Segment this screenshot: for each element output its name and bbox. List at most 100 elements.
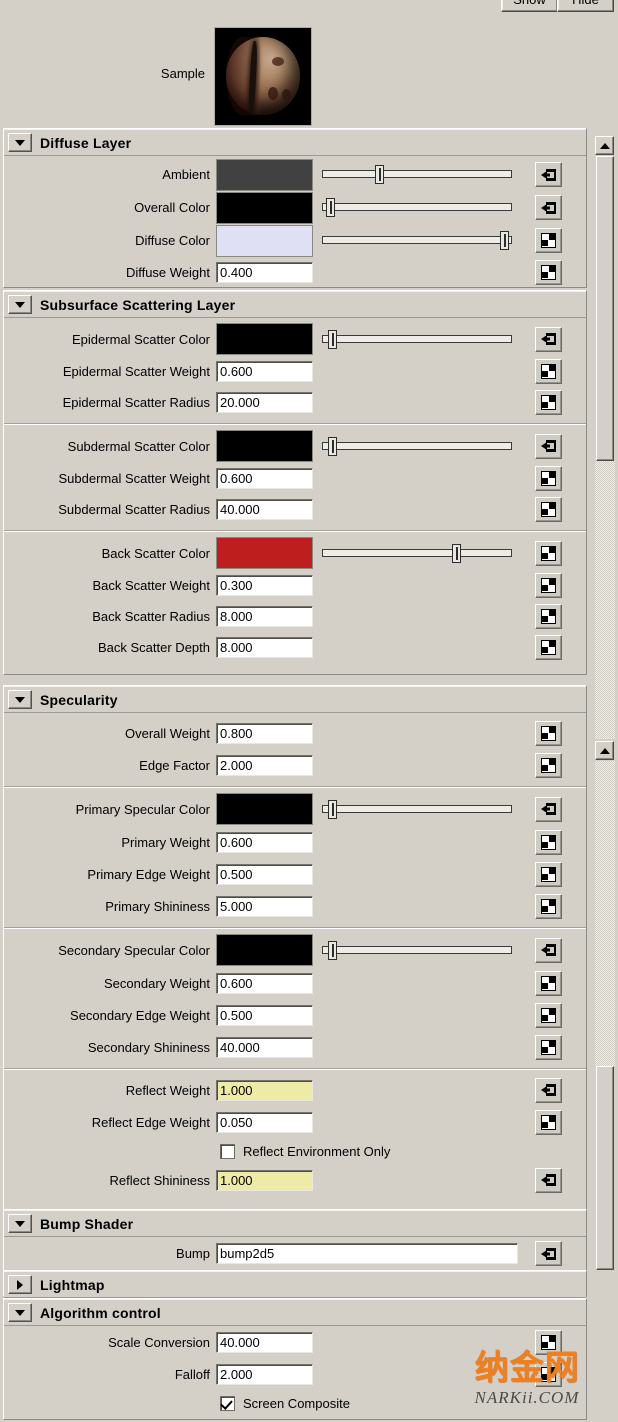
checkbox-screen-composite[interactable] — [220, 1395, 235, 1411]
connect-input-icon[interactable] — [535, 162, 562, 187]
scrollbar-thumb-upper[interactable] — [596, 156, 614, 461]
section-header-subsurface-scattering-layer[interactable]: Subsurface Scattering Layer — [4, 291, 586, 318]
collapse-toggle-diffuse-layer[interactable] — [8, 133, 32, 152]
slider-thumb[interactable] — [326, 198, 335, 217]
value-field-secondary-weight[interactable]: 0.600 — [216, 972, 313, 994]
connect-input-icon[interactable] — [535, 195, 562, 220]
value-field-reflect-shininess[interactable]: 1.000 — [216, 1169, 313, 1191]
slider-thumb[interactable] — [328, 940, 337, 960]
scrollbar-thumb-lower[interactable] — [596, 1066, 614, 1270]
connect-input-icon[interactable] — [535, 937, 562, 963]
texture-map-icon[interactable] — [535, 861, 562, 887]
texture-map-icon[interactable] — [535, 1329, 562, 1355]
slider-thumb[interactable] — [328, 799, 337, 819]
slider-thumb[interactable] — [328, 436, 337, 456]
scroll-up-arrow-upper[interactable] — [595, 136, 614, 155]
checker-glyph — [541, 233, 556, 248]
section-header-lightmap[interactable]: Lightmap — [4, 1271, 586, 1298]
connect-input-icon[interactable] — [535, 1241, 562, 1266]
value-field-overall-weight[interactable]: 0.800 — [216, 722, 313, 744]
collapse-toggle-specularity[interactable] — [8, 690, 32, 709]
value-field-reflect-weight[interactable]: 1.000 — [216, 1079, 313, 1101]
scrollbar-track-lower[interactable] — [595, 761, 615, 1066]
color-swatch-back-scatter-color[interactable] — [216, 537, 313, 569]
texture-map-icon[interactable] — [535, 1034, 562, 1060]
texture-map-icon[interactable] — [535, 466, 562, 491]
slider-thumb[interactable] — [328, 329, 337, 349]
slider-thumb[interactable] — [375, 165, 384, 184]
value-field-back-scatter-radius[interactable]: 8.000 — [216, 606, 313, 627]
connect-input-icon[interactable] — [535, 433, 562, 459]
slider-overall-color[interactable] — [322, 197, 512, 218]
texture-map-icon[interactable] — [535, 720, 562, 746]
slider-epidermal-scatter-color[interactable] — [322, 329, 512, 350]
slider-thumb[interactable] — [500, 231, 509, 250]
value-field-secondary-edge-weight[interactable]: 0.500 — [216, 1004, 313, 1026]
texture-map-icon[interactable] — [535, 752, 562, 778]
value-field-epidermal-scatter-radius[interactable]: 20.000 — [216, 392, 313, 413]
texture-map-icon[interactable] — [535, 893, 562, 919]
color-swatch-subdermal-scatter-color[interactable] — [216, 430, 313, 462]
connect-input-icon[interactable] — [535, 326, 562, 352]
color-swatch-diffuse-color[interactable] — [216, 224, 313, 257]
slider-primary-specular-color[interactable] — [322, 799, 512, 820]
section-header-algorithm-control[interactable]: Algorithm control — [4, 1299, 586, 1326]
slider-back-scatter-color[interactable] — [322, 543, 512, 564]
value-field-reflect-edge-weight[interactable]: 0.050 — [216, 1111, 313, 1133]
texture-map-icon[interactable] — [535, 604, 562, 629]
hide-button[interactable]: Hide — [557, 0, 614, 12]
texture-map-icon[interactable] — [535, 970, 562, 996]
texture-map-icon[interactable] — [535, 259, 562, 285]
collapse-toggle-bump-shader[interactable] — [8, 1214, 32, 1233]
checkbox-reflect-environment-only[interactable] — [220, 1144, 235, 1159]
texture-map-icon[interactable] — [535, 540, 562, 566]
connect-input-icon[interactable] — [535, 1167, 562, 1193]
texture-map-icon[interactable] — [535, 359, 562, 384]
collapse-toggle-algorithm-control[interactable] — [8, 1303, 32, 1322]
sample-swatch[interactable] — [214, 27, 312, 126]
value-field-subdermal-scatter-radius[interactable]: 40.000 — [216, 499, 313, 520]
section-header-specularity[interactable]: Specularity — [4, 686, 586, 713]
color-swatch-ambient[interactable] — [216, 158, 313, 191]
value-field-scale-conversion[interactable]: 40.000 — [216, 1331, 313, 1353]
texture-map-icon[interactable] — [535, 1109, 562, 1135]
connect-input-icon[interactable] — [535, 796, 562, 822]
scrollbar-track-upper[interactable] — [595, 461, 615, 739]
connect-input-icon[interactable] — [535, 1077, 562, 1103]
value-field-edge-factor[interactable]: 2.000 — [216, 754, 313, 776]
color-swatch-epidermal-scatter-color[interactable] — [216, 323, 313, 355]
value-field-bump[interactable]: bump2d5 — [216, 1243, 518, 1264]
slider-diffuse-color[interactable] — [322, 230, 512, 251]
texture-map-icon[interactable] — [535, 573, 562, 598]
texture-map-icon[interactable] — [535, 635, 562, 660]
texture-map-icon[interactable] — [535, 228, 562, 253]
slider-secondary-specular-color[interactable] — [322, 940, 512, 961]
texture-map-icon[interactable] — [535, 390, 562, 415]
slider-ambient[interactable] — [322, 164, 512, 185]
value-field-secondary-shininess[interactable]: 40.000 — [216, 1036, 313, 1058]
color-swatch-primary-specular-color[interactable] — [216, 793, 313, 825]
value-field-epidermal-scatter-weight[interactable]: 0.600 — [216, 361, 313, 382]
slider-thumb[interactable] — [452, 543, 461, 563]
value-field-primary-edge-weight[interactable]: 0.500 — [216, 863, 313, 885]
value-field-subdermal-scatter-weight[interactable]: 0.600 — [216, 468, 313, 489]
value-field-falloff[interactable]: 2.000 — [216, 1363, 313, 1385]
texture-map-icon[interactable] — [535, 1002, 562, 1028]
value-field-back-scatter-weight[interactable]: 0.300 — [216, 575, 313, 596]
scroll-up-arrow-lower[interactable] — [595, 741, 614, 760]
value-field-primary-weight[interactable]: 0.600 — [216, 831, 313, 853]
value-field-back-scatter-depth[interactable]: 8.000 — [216, 637, 313, 658]
texture-map-icon[interactable] — [535, 1361, 562, 1387]
value-field-diffuse-weight[interactable]: 0.400 — [216, 261, 313, 283]
section-header-diffuse-layer[interactable]: Diffuse Layer — [4, 129, 586, 156]
value-field-primary-shininess[interactable]: 5.000 — [216, 895, 313, 917]
texture-map-icon[interactable] — [535, 497, 562, 522]
color-swatch-secondary-specular-color[interactable] — [216, 934, 313, 966]
slider-subdermal-scatter-color[interactable] — [322, 436, 512, 457]
texture-map-icon[interactable] — [535, 829, 562, 855]
show-button[interactable]: Show — [501, 0, 558, 12]
expand-toggle-lightmap[interactable] — [8, 1275, 32, 1294]
collapse-toggle-subsurface-scattering-layer[interactable] — [8, 295, 32, 314]
section-header-bump-shader[interactable]: Bump Shader — [4, 1210, 586, 1237]
color-swatch-overall-color[interactable] — [216, 191, 313, 224]
